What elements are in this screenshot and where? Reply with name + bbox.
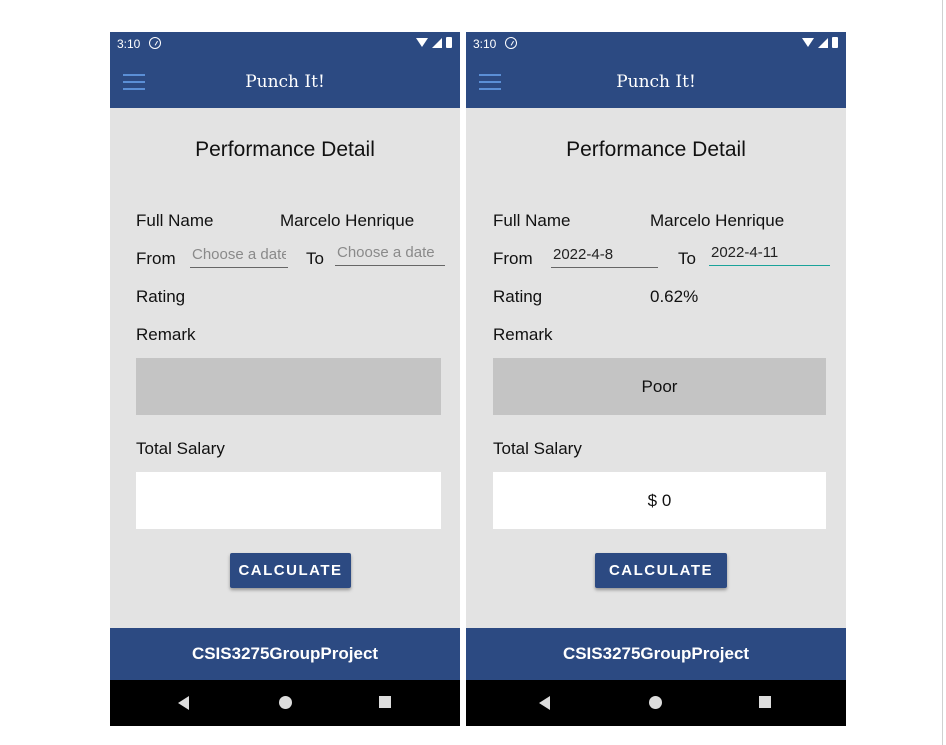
signal-icon — [432, 37, 442, 48]
to-label: To — [306, 249, 324, 268]
app-bar: Punch It! — [466, 56, 846, 108]
wifi-icon — [416, 38, 428, 47]
to-label: To — [678, 249, 696, 268]
from-label: From — [136, 249, 176, 268]
page-edge-divider — [942, 0, 943, 745]
total-salary-box: $ 0 — [493, 472, 826, 529]
footer-bar: CSIS3275GroupProject — [466, 628, 846, 680]
to-date-field[interactable] — [335, 240, 445, 266]
total-salary-label: Total Salary — [493, 439, 582, 458]
to-date-field[interactable] — [709, 240, 830, 266]
home-icon[interactable] — [649, 696, 662, 709]
footer-bar: CSIS3275GroupProject — [110, 628, 460, 680]
remark-value-box: Poor — [493, 358, 826, 415]
android-nav-bar — [466, 680, 846, 726]
total-salary-box — [136, 472, 441, 529]
full-name-label: Full Name — [493, 211, 571, 230]
app-title: Punch It! — [245, 72, 325, 92]
calculate-button[interactable]: CALCULATE — [230, 553, 351, 588]
from-label: From — [493, 249, 533, 268]
app-bar: Punch It! — [110, 56, 460, 108]
calculate-button[interactable]: CALCULATE — [595, 553, 727, 588]
sync-icon — [149, 37, 161, 49]
back-icon[interactable] — [539, 696, 550, 710]
rating-label: Rating — [136, 287, 186, 306]
performance-detail-content: Performance Detail Full Name Marcelo Hen… — [466, 108, 846, 628]
from-date-field[interactable] — [551, 242, 658, 268]
recent-apps-icon[interactable] — [759, 696, 771, 708]
rating-label: Rating — [493, 287, 543, 306]
recent-apps-icon[interactable] — [379, 696, 391, 708]
full-name-label: Full Name — [136, 211, 214, 230]
page-title: Performance Detail — [195, 138, 375, 161]
app-title: Punch It! — [616, 72, 696, 92]
performance-detail-content: Performance Detail Full Name Marcelo Hen… — [110, 108, 460, 628]
full-name-value: Marcelo Henrique — [650, 211, 785, 230]
status-time: 3:10 — [473, 37, 497, 51]
back-icon[interactable] — [178, 696, 189, 710]
from-date-field[interactable] — [190, 242, 288, 268]
full-name-value: Marcelo Henrique — [280, 211, 415, 230]
status-bar: 3:10 — [110, 32, 460, 56]
page-title: Performance Detail — [566, 138, 746, 161]
sync-icon — [505, 37, 517, 49]
battery-icon — [832, 37, 838, 48]
rating-value: 0.62% — [650, 287, 699, 306]
status-time: 3:10 — [117, 37, 141, 51]
total-salary-label: Total Salary — [136, 439, 225, 458]
remark-label: Remark — [136, 325, 196, 344]
remark-label: Remark — [493, 325, 553, 344]
status-bar: 3:10 — [466, 32, 846, 56]
phone-screen-empty: 3:10 Punch It! Performance Detail Full N… — [110, 32, 460, 726]
android-nav-bar — [110, 680, 460, 726]
home-icon[interactable] — [279, 696, 292, 709]
wifi-icon — [802, 38, 814, 47]
battery-icon — [446, 37, 452, 48]
signal-icon — [818, 37, 828, 48]
remark-value-box — [136, 358, 441, 415]
phone-screen-filled: 3:10 Punch It! Performance Detail Full N… — [466, 32, 846, 726]
